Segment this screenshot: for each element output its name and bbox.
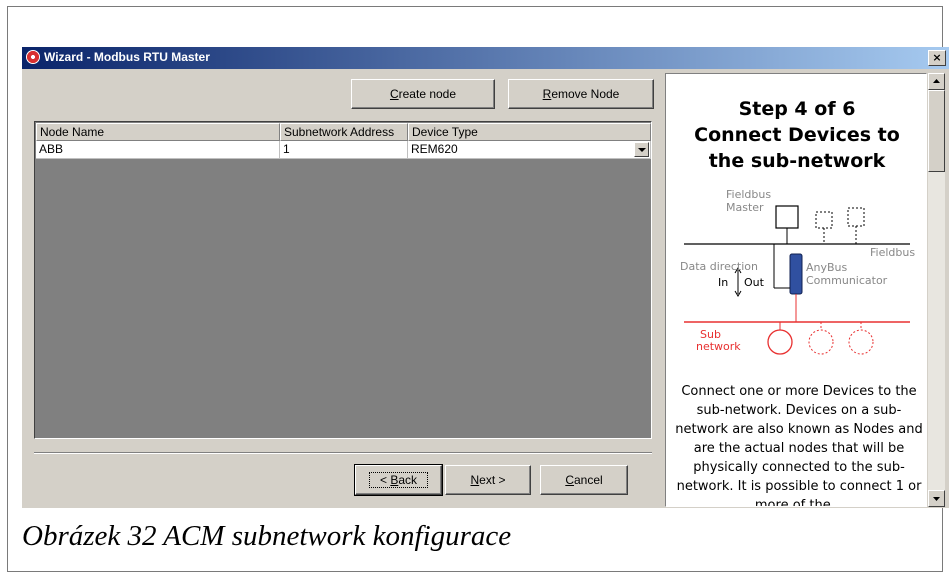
subnet-node-1 [767,329,793,355]
help-body-text: Connect one or more Devices to the sub-n… [675,384,923,507]
label-data-direction: Data direction [680,260,758,273]
help-heading-line-2: Connect Devices to [694,124,900,146]
subnet-node-3 [848,329,874,355]
scroll-up-arrow-icon[interactable] [928,73,945,90]
fieldbus-master-box [775,205,799,229]
subnet-node-2 [808,329,834,355]
help-panel[interactable]: Step 4 of 6 Connect Devices to the sub-n… [665,73,927,507]
label-in: In [718,276,728,289]
figure-caption: Obrázek 32 ACM subnetwork konfigurace [22,520,512,552]
help-scrollbar[interactable] [928,73,945,507]
column-header-device-type[interactable]: Device Type [408,123,651,141]
create-node-button[interactable]: Create node [351,79,495,109]
node-grid[interactable]: Node Name Subnetwork Address Device Type… [34,121,652,439]
label-fieldbus-2: Fieldbus [870,246,915,259]
column-header-node-name[interactable]: Node Name [36,123,280,141]
scroll-down-arrow-icon[interactable] [928,490,945,507]
column-header-subnetwork-address[interactable]: Subnetwork Address [280,123,408,141]
wizard-window: Wizard - Modbus RTU Master × Create node… [22,47,949,508]
app-icon [26,50,40,64]
device-type-dropdown-button[interactable] [634,142,649,157]
help-heading-line-3: the sub-network [708,150,886,172]
next-button[interactable]: Next > [445,465,531,495]
footer-separator [34,452,652,454]
fieldbus-node-1 [815,211,833,229]
fieldbus-node-2 [847,207,865,227]
label-fieldbus-1: Fieldbus [726,188,771,201]
network-diagram: Fieldbus Master Fieldbus Data direction … [680,188,915,355]
label-communicator: Communicator [806,274,888,287]
cancel-button[interactable]: Cancel [540,465,628,495]
scroll-thumb[interactable] [928,90,945,172]
title-bar[interactable]: Wizard - Modbus RTU Master × [22,47,949,69]
window-title: Wizard - Modbus RTU Master [44,50,210,64]
label-network: network [696,340,741,353]
cell-node-name[interactable]: ABB [36,141,280,159]
label-master: Master [726,201,764,214]
label-out: Out [744,276,765,289]
help-heading-line-1: Step 4 of 6 [738,98,856,120]
remove-node-button[interactable]: Remove Node [508,79,654,109]
anybus-module [789,253,803,295]
label-anybus: AnyBus [806,261,848,274]
cell-subnetwork-address[interactable]: 1 [280,141,408,159]
device-type-value: REM620 [411,142,458,156]
back-button[interactable]: < Back [354,464,443,496]
cell-device-type[interactable]: REM620 [408,141,651,159]
close-button[interactable]: × [928,50,946,66]
